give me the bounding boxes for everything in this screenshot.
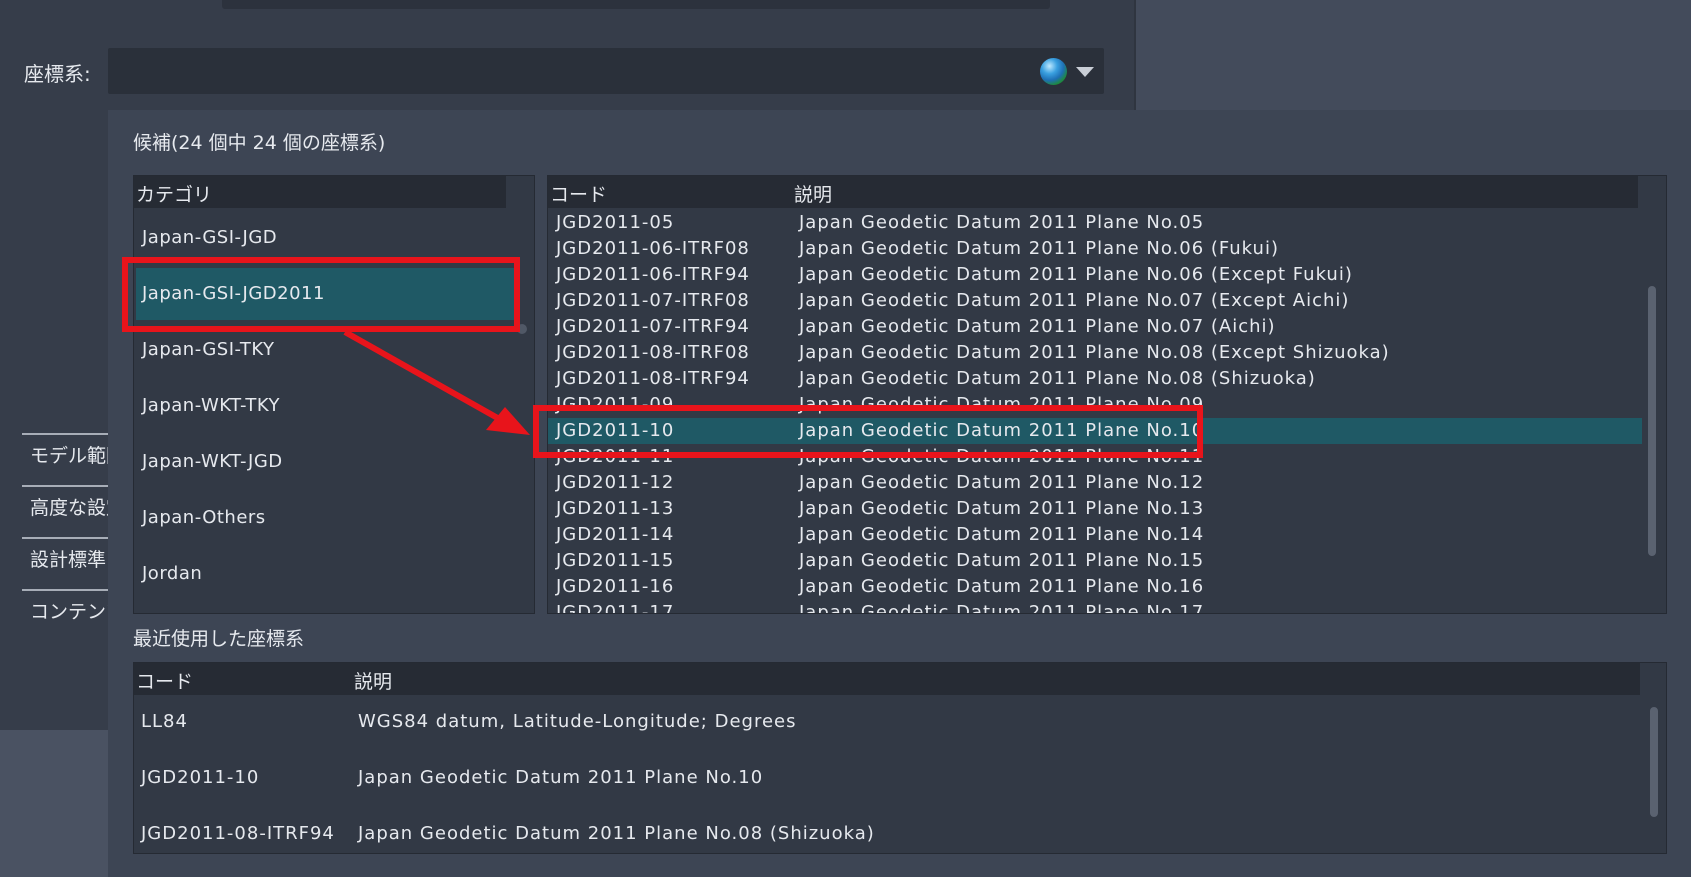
code-row[interactable]: JGD2011-13 Japan Geodetic Datum 2011 Plan… <box>548 496 1642 522</box>
row-code: JGD2011-06-ITRF08 <box>556 238 750 259</box>
row-desc: WGS84 datum, Latitude-Longitude; Degrees <box>358 711 797 732</box>
recent-list[interactable]: コード 説明 LL84 WGS84 datum, Latitude-Longitu… <box>133 662 1667 854</box>
code-row[interactable]: JGD2011-07-ITRF08 Japan Geodetic Datum 20… <box>548 288 1642 314</box>
code-row[interactable]: JGD2011-12 Japan Geodetic Datum 2011 Plan… <box>548 470 1642 496</box>
row-code: JGD2011-08-ITRF94 <box>556 368 750 389</box>
row-code: JGD2011-15 <box>556 550 675 571</box>
row-code: LL84 <box>141 711 188 732</box>
row-desc: Japan Geodetic Datum 2011 Plane No.06 (F… <box>799 238 1279 259</box>
row-code: JGD2011-07-ITRF08 <box>556 290 750 311</box>
row-desc: Japan Geodetic Datum 2011 Plane No.14 <box>799 524 1205 545</box>
code-row[interactable]: JGD2011-06-ITRF08 Japan Geodetic Datum 20… <box>548 236 1642 262</box>
category-item[interactable]: Japan-GSI-JGD <box>142 227 277 248</box>
row-desc: Japan Geodetic Datum 2011 Plane No.08 (S… <box>799 368 1316 389</box>
code-row[interactable]: JGD2011-05 Japan Geodetic Datum 2011 Plan… <box>548 210 1642 236</box>
left-column-area <box>0 110 108 730</box>
code-row[interactable]: JGD2011-07-ITRF94 Japan Geodetic Datum 20… <box>548 314 1642 340</box>
row-desc: Japan Geodetic Datum 2011 Plane No.13 <box>799 498 1205 519</box>
row-code: JGD2011-13 <box>556 498 675 519</box>
row-code: JGD2011-08-ITRF08 <box>556 342 750 363</box>
row-desc: Japan Geodetic Datum 2011 Plane No.17 <box>799 602 1205 614</box>
crs-input[interactable] <box>108 48 1104 94</box>
code-row[interactable]: JGD2011-14 Japan Geodetic Datum 2011 Plan… <box>548 522 1642 548</box>
recent-row[interactable]: LL84 WGS84 datum, Latitude-Longitude; Deg… <box>134 711 1634 751</box>
code-row[interactable]: JGD2011-08-ITRF08 Japan Geodetic Datum 20… <box>548 340 1642 366</box>
right-panel-area <box>1134 0 1691 110</box>
category-item[interactable]: Japan-Others <box>142 507 266 528</box>
candidates-title: 候補(24 個中 24 個の座標系) <box>133 132 386 154</box>
code-row[interactable]: JGD2011-17 Japan Geodetic Datum 2011 Plan… <box>548 600 1642 614</box>
recent-description-column-header[interactable]: 説明 <box>354 667 392 694</box>
row-code: JGD2011-07-ITRF94 <box>556 316 750 337</box>
side-nav-advanced[interactable]: 高度な設定 <box>22 485 108 525</box>
code-list[interactable]: コード 説明 JGD2011-05 Japan Geodetic Datum 20… <box>547 175 1667 614</box>
code-row[interactable]: JGD2011-16 Japan Geodetic Datum 2011 Plan… <box>548 574 1642 600</box>
category-item[interactable]: Japan-GSI-TKY <box>142 339 275 360</box>
row-desc: Japan Geodetic Datum 2011 Plane No.08 (E… <box>799 342 1390 363</box>
recent-list-scrollbar[interactable] <box>1650 707 1658 817</box>
row-desc: Japan Geodetic Datum 2011 Plane No.12 <box>799 472 1205 493</box>
code-row[interactable]: JGD2011-06-ITRF94 Japan Geodetic Datum 20… <box>548 262 1642 288</box>
row-code: JGD2011-05 <box>556 212 675 233</box>
annotation-highlight-code <box>533 405 1203 458</box>
row-desc: Japan Geodetic Datum 2011 Plane No.08 (S… <box>358 823 875 844</box>
row-desc: Japan Geodetic Datum 2011 Plane No.06 (E… <box>799 264 1353 285</box>
recent-row[interactable]: JGD2011-10 Japan Geodetic Datum 2011 Plan… <box>134 767 1634 807</box>
recent-row[interactable]: JGD2011-08-ITRF94 Japan Geodetic Datum 20… <box>134 823 1634 853</box>
row-desc: Japan Geodetic Datum 2011 Plane No.10 <box>358 767 764 788</box>
row-desc: Japan Geodetic Datum 2011 Plane No.07 (E… <box>799 290 1350 311</box>
recent-list-header: コード 説明 <box>134 663 1640 695</box>
chevron-down-icon[interactable] <box>1076 67 1094 77</box>
category-list[interactable]: カテゴリ Japan-GSI-JGD Japan-GSI-JGD2011 Jap… <box>133 175 535 614</box>
code-column-header[interactable]: コード <box>550 180 607 207</box>
row-code: JGD2011-08-ITRF94 <box>141 823 335 844</box>
category-item[interactable]: Japan-WKT-TKY <box>142 395 280 416</box>
category-item[interactable]: Japan-WKT-JGD <box>142 451 283 472</box>
description-column-header[interactable]: 説明 <box>794 180 832 207</box>
row-desc: Japan Geodetic Datum 2011 Plane No.07 (A… <box>799 316 1276 337</box>
code-row[interactable]: JGD2011-08-ITRF94 Japan Geodetic Datum 20… <box>548 366 1642 392</box>
code-list-header: コード 説明 <box>548 176 1638 208</box>
row-desc: Japan Geodetic Datum 2011 Plane No.15 <box>799 550 1205 571</box>
row-code: JGD2011-10 <box>141 767 260 788</box>
category-header[interactable]: カテゴリ <box>134 176 506 208</box>
top-input-edge <box>222 0 1050 9</box>
left-bottom-area <box>0 730 108 877</box>
side-nav-model-extent[interactable]: モデル範囲 <box>22 433 108 473</box>
row-code: JGD2011-16 <box>556 576 675 597</box>
side-nav-design-standard[interactable]: 設計標準 <box>22 537 108 577</box>
globe-icon[interactable] <box>1040 58 1067 85</box>
recent-code-column-header[interactable]: コード <box>136 667 193 694</box>
row-desc: Japan Geodetic Datum 2011 Plane No.05 <box>799 212 1205 233</box>
row-code: JGD2011-14 <box>556 524 675 545</box>
category-item[interactable]: Jordan <box>142 563 202 584</box>
annotation-highlight-category <box>122 257 520 332</box>
vertical-divider <box>1134 0 1136 110</box>
code-row[interactable]: JGD2011-15 Japan Geodetic Datum 2011 Plan… <box>548 548 1642 574</box>
row-code: JGD2011-12 <box>556 472 675 493</box>
row-code: JGD2011-17 <box>556 602 675 614</box>
crs-label: 座標系: <box>24 62 91 86</box>
row-code: JGD2011-06-ITRF94 <box>556 264 750 285</box>
code-list-scrollbar[interactable] <box>1648 286 1656 556</box>
row-desc: Japan Geodetic Datum 2011 Plane No.16 <box>799 576 1205 597</box>
recent-title: 最近使用した座標系 <box>133 628 305 650</box>
side-nav-contents[interactable]: コンテンツ <box>22 589 108 629</box>
